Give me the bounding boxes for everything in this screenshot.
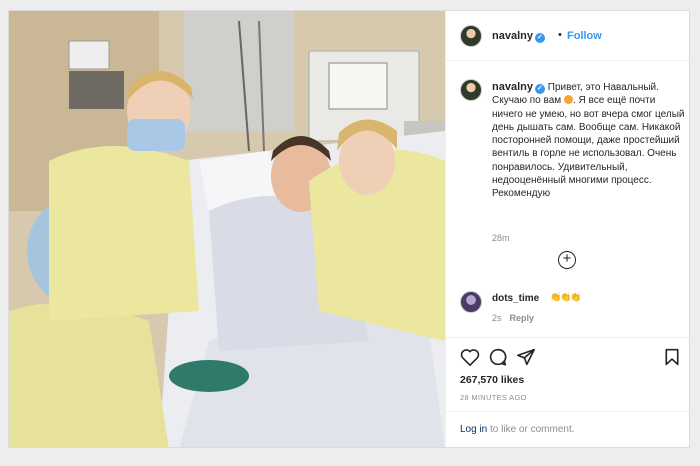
likes-count[interactable]: 267,570 likes [460, 374, 524, 386]
login-link[interactable]: Log in [460, 424, 487, 435]
caption-text: navalny ✓ Привет, это Навальный. Скучаю п… [492, 81, 686, 201]
caption-username-text[interactable]: navalny [492, 81, 533, 93]
caption-timestamp[interactable]: 28m [492, 233, 510, 243]
commenter-avatar[interactable] [460, 291, 482, 313]
verified-badge-icon: ✓ [534, 84, 545, 94]
comment-meta: 2s Reply [492, 313, 534, 323]
caption-username[interactable]: navalny ✓ [492, 81, 545, 94]
post-header: navalny ✓ • Follow [446, 11, 689, 61]
comment-time: 2s [492, 313, 502, 323]
instagram-post: navalny ✓ • Follow navalny ✓ Привет, это Н… [8, 10, 690, 448]
smiling-face-emoji-icon [563, 95, 573, 105]
avatar[interactable] [460, 25, 482, 47]
login-prompt-text: to like or comment. [487, 424, 575, 435]
post-photo[interactable] [9, 11, 445, 447]
comment-icon[interactable] [488, 348, 508, 366]
username-text[interactable]: navalny [492, 30, 533, 42]
post-sidebar: navalny ✓ • Follow navalny ✓ Привет, это Н… [445, 11, 689, 447]
heart-icon[interactable] [460, 348, 480, 366]
comment-text: 👏👏👏 [550, 292, 582, 302]
login-prompt: Log in to like or comment. [446, 411, 689, 447]
separator-dot: • [558, 29, 562, 41]
caption-body-end: . Я все ещё почти ничего не умею, но вот… [492, 95, 685, 200]
add-circle-icon[interactable]: + [558, 251, 576, 269]
reply-button[interactable]: Reply [510, 313, 535, 323]
verified-badge-icon: ✓ [534, 33, 545, 43]
username[interactable]: navalny ✓ [492, 30, 545, 43]
commenter-username[interactable]: dots_time [492, 293, 539, 304]
post-actions: 267,570 likes 28 MINUTES AGO Log in to l… [446, 337, 689, 447]
avatar[interactable] [460, 79, 482, 101]
share-icon[interactable] [516, 348, 536, 366]
hospital-photo-illustration [9, 11, 445, 447]
follow-button[interactable]: Follow [567, 30, 602, 42]
bookmark-icon[interactable] [664, 348, 680, 366]
post-time-ago[interactable]: 28 MINUTES AGO [460, 393, 527, 402]
